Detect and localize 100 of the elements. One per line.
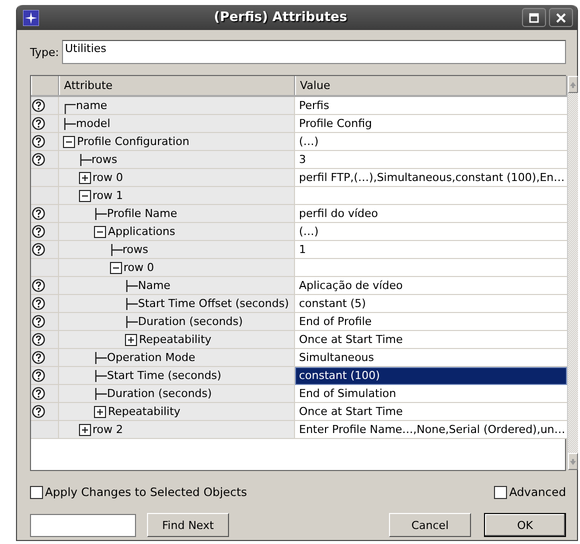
attribute-value: perfil do vídeo bbox=[298, 206, 380, 221]
tree-branch-icon bbox=[126, 316, 138, 328]
header-cell bbox=[31, 76, 59, 95]
attribute-value: perfil FTP,(…),Simultaneous,constant (100),En… bbox=[298, 170, 566, 185]
scrollbar[interactable] bbox=[567, 76, 578, 470]
attribute-name: Operation Mode bbox=[107, 351, 196, 364]
attribute-name: Repeatability bbox=[108, 405, 180, 418]
search-field[interactable] bbox=[30, 514, 136, 536]
table-cell[interactable]: Once at Start Time bbox=[295, 403, 568, 421]
find-next-button[interactable]: Find Next bbox=[147, 513, 229, 537]
scroll-up-button[interactable] bbox=[568, 76, 578, 93]
scroll-down-button[interactable] bbox=[568, 453, 578, 470]
attribute-value: Enter Profile Name…,None,Serial (Ordered),un… bbox=[298, 422, 566, 437]
attribute-name: Start Time Offset (seconds) bbox=[138, 297, 289, 310]
help-icon[interactable] bbox=[32, 405, 45, 418]
expand-toggle[interactable] bbox=[78, 172, 90, 184]
attribute-value: 1 bbox=[298, 242, 307, 257]
help-icon[interactable] bbox=[32, 99, 45, 112]
attribute-value: constant (5) bbox=[298, 296, 367, 311]
help-icon[interactable] bbox=[32, 387, 45, 400]
attribute-value: End of Profile bbox=[298, 314, 373, 329]
attribute-value: Profile Config bbox=[298, 116, 373, 131]
up-arrow-icon bbox=[569, 80, 578, 88]
help-icon[interactable] bbox=[32, 207, 45, 220]
attribute-name: name bbox=[76, 99, 108, 112]
help-icon[interactable] bbox=[32, 315, 45, 328]
attribute-name: Start Time (seconds) bbox=[107, 369, 222, 382]
table-cell[interactable]: Perfis bbox=[295, 97, 568, 115]
help-icon[interactable] bbox=[32, 279, 45, 292]
attribute-name: rows bbox=[92, 153, 118, 166]
expand-toggle[interactable] bbox=[78, 424, 90, 436]
help-icon[interactable] bbox=[32, 369, 45, 382]
column-header[interactable]: Attribute bbox=[59, 76, 295, 95]
table-cell[interactable]: End of Profile bbox=[295, 313, 568, 331]
attribute-value: Once at Start Time bbox=[298, 332, 404, 347]
table-cell[interactable]: (…) bbox=[295, 133, 568, 151]
tree-branch-icon bbox=[64, 118, 76, 130]
attribute-value: Aplicação de vídeo bbox=[298, 278, 404, 293]
table-cell[interactable]: End of Simulation bbox=[295, 385, 568, 403]
table-cell[interactable]: perfil FTP,(…),Simultaneous,constant (100),En… bbox=[295, 169, 568, 187]
expand-toggle[interactable] bbox=[63, 136, 75, 148]
help-icon[interactable] bbox=[32, 333, 45, 346]
table-cell[interactable] bbox=[295, 259, 568, 277]
close-button[interactable] bbox=[549, 8, 573, 27]
table-cell[interactable]: (…) bbox=[295, 223, 568, 241]
cancel-button[interactable]: Cancel bbox=[389, 513, 471, 537]
tree-branch-icon bbox=[126, 280, 138, 292]
attribute-name: model bbox=[76, 117, 110, 130]
attribute-name: Applications bbox=[108, 225, 176, 238]
help-icon[interactable] bbox=[32, 135, 45, 148]
attribute-name: Name bbox=[138, 279, 170, 292]
help-icon[interactable] bbox=[32, 117, 45, 130]
attribute-name: row 0 bbox=[124, 261, 154, 274]
expand-toggle[interactable] bbox=[110, 262, 122, 274]
table-cell[interactable]: Enter Profile Name…,None,Serial (Ordered),un… bbox=[295, 421, 568, 439]
table-cell[interactable]: 3 bbox=[295, 151, 568, 169]
table-cell[interactable]: Simultaneous bbox=[295, 349, 568, 367]
attribute-name: Repeatability bbox=[139, 333, 212, 346]
attribute-value: 3 bbox=[298, 152, 307, 167]
ok-button[interactable]: OK bbox=[484, 513, 566, 537]
help-icon[interactable] bbox=[32, 225, 45, 238]
attribute-name: Duration (seconds) bbox=[107, 387, 212, 400]
checkbox[interactable] bbox=[30, 486, 43, 498]
table-cell[interactable]: constant (100) bbox=[295, 367, 568, 385]
attribute-value: Once at Start Time bbox=[298, 404, 404, 419]
down-arrow-icon bbox=[569, 458, 578, 466]
close-icon bbox=[556, 12, 566, 22]
maximize-button[interactable] bbox=[522, 8, 546, 27]
expand-toggle[interactable] bbox=[94, 226, 106, 238]
tree-branch-icon bbox=[95, 388, 107, 400]
table-cell[interactable] bbox=[295, 187, 568, 205]
help-icon[interactable] bbox=[32, 351, 45, 364]
attribute-value: Perfis bbox=[298, 98, 330, 113]
table-cell[interactable]: perfil do vídeo bbox=[295, 205, 568, 223]
expand-toggle[interactable] bbox=[94, 406, 106, 418]
attribute-value: (…) bbox=[298, 224, 320, 239]
expand-toggle[interactable] bbox=[78, 190, 90, 202]
attribute-name: Profile Name bbox=[107, 207, 178, 220]
app-icon bbox=[23, 10, 39, 26]
table-cell[interactable]: Aplicação de vídeo bbox=[295, 277, 568, 295]
table-cell[interactable]: Profile Config bbox=[295, 115, 568, 133]
checkbox[interactable] bbox=[494, 486, 508, 498]
type-field[interactable]: Utilities bbox=[62, 40, 566, 64]
attribute-name: Duration (seconds) bbox=[138, 315, 243, 328]
help-icon[interactable] bbox=[32, 153, 45, 166]
tree-branch-icon bbox=[80, 154, 92, 166]
tree-branch-icon bbox=[95, 352, 107, 364]
expand-toggle[interactable] bbox=[125, 334, 137, 346]
help-icon[interactable] bbox=[32, 297, 45, 310]
checkbox-label: Apply Changes to Selected Objects bbox=[45, 485, 247, 499]
table-cell[interactable]: Once at Start Time bbox=[295, 331, 568, 349]
tree-branch-icon bbox=[126, 298, 138, 310]
table-cell[interactable]: constant (5) bbox=[295, 295, 568, 313]
table-cell[interactable]: 1 bbox=[295, 241, 568, 259]
attribute-name: row 1 bbox=[92, 189, 124, 202]
help-icon[interactable] bbox=[32, 243, 45, 256]
tree-branch-icon bbox=[64, 104, 76, 114]
tree-branch-icon bbox=[95, 208, 107, 220]
tree-branch-icon bbox=[110, 244, 122, 256]
attribute-value: Simultaneous bbox=[298, 350, 376, 365]
